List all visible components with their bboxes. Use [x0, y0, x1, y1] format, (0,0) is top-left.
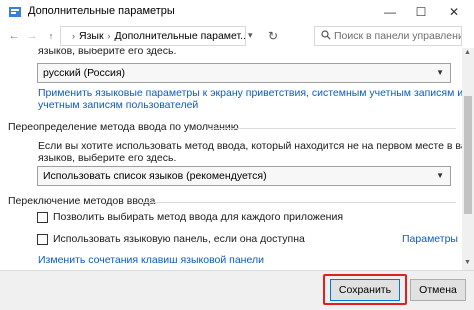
save-button[interactable]: Сохранить: [330, 279, 400, 301]
arrow-up-icon: ↑: [48, 31, 54, 41]
search-input[interactable]: Поиск в панели управления: [314, 26, 462, 46]
change-hotkeys-link[interactable]: Изменить сочетания клавиш языковой панел…: [38, 254, 264, 266]
chevron-down-icon: ▼: [436, 171, 444, 180]
back-button[interactable]: ←: [6, 28, 22, 44]
breadcrumb-separator-icon: ›: [72, 31, 75, 41]
window-title: Дополнительные параметры: [28, 5, 175, 17]
breadcrumb-separator-icon: ›: [107, 31, 111, 41]
breadcrumb-item-language[interactable]: Язык: [79, 30, 104, 42]
parameters-link[interactable]: Параметры: [402, 233, 458, 245]
switch-section-title: Переключение методов ввода: [8, 195, 156, 207]
cancel-button[interactable]: Отмена: [410, 279, 466, 301]
scrollbar-thumb[interactable]: [464, 96, 472, 214]
settings-content: языков, выберите его здесь. русский (Рос…: [0, 48, 462, 270]
address-breadcrumb[interactable]: › Язык › Дополнительные парамет...: [60, 26, 246, 46]
section-divider: [142, 202, 456, 203]
override-desc-line1: Если вы хотите использовать метод ввода,…: [38, 140, 462, 152]
per-app-checkbox-label[interactable]: Позволить выбирать метод ввода для каждо…: [53, 211, 343, 223]
breadcrumb-item-advanced[interactable]: Дополнительные парамет...: [115, 30, 245, 42]
language-select-value: русский (Россия): [43, 67, 126, 79]
control-panel-icon: [9, 7, 21, 17]
input-method-select-value: Использовать список языков (рекомендуетс…: [43, 170, 267, 182]
apply-settings-link-line2[interactable]: учетным записям пользователей: [38, 99, 198, 111]
chevron-down-icon: ▼: [436, 68, 444, 77]
refresh-icon: ↻: [267, 29, 279, 43]
forward-button[interactable]: →: [24, 28, 40, 44]
language-bar-checkbox[interactable]: [37, 234, 48, 245]
title-bar: Дополнительные параметры — ☐ ✕: [0, 0, 474, 24]
arrow-left-icon: ←: [8, 30, 20, 42]
arrow-right-icon: →: [26, 30, 38, 42]
vertical-scrollbar[interactable]: ▲ ▼: [462, 48, 474, 270]
minimize-icon: —: [384, 5, 396, 19]
per-app-checkbox[interactable]: [37, 212, 48, 223]
language-bar-checkbox-label[interactable]: Использовать языковую панель, если она д…: [53, 233, 305, 245]
input-method-select[interactable]: Использовать список языков (рекомендуетс…: [37, 166, 451, 186]
section-divider: [208, 128, 456, 129]
search-placeholder: Поиск в панели управления: [334, 30, 462, 42]
search-icon: [321, 30, 331, 40]
language-select[interactable]: русский (Россия) ▼: [37, 63, 451, 83]
language-desc-text: языков, выберите его здесь.: [38, 48, 177, 57]
maximize-icon: ☐: [415, 5, 427, 19]
scroll-down-icon[interactable]: ▼: [464, 259, 471, 266]
apply-settings-link[interactable]: Применить языковые параметры к экрану пр…: [38, 87, 462, 99]
address-bar-row: ← → ↑ › Язык › Дополнительные парамет...…: [0, 24, 474, 48]
close-icon: ✕: [448, 5, 460, 19]
dialog-footer: Сохранить Отмена: [0, 270, 474, 310]
address-dropdown-icon[interactable]: ▾: [248, 30, 253, 41]
scroll-up-icon[interactable]: ▲: [464, 49, 471, 56]
override-section-title: Переопределение метода ввода по умолчани…: [8, 121, 239, 133]
close-button[interactable]: ✕: [434, 0, 474, 24]
override-desc-line2: языков, выберите его здесь.: [38, 152, 177, 164]
up-button[interactable]: ↑: [43, 28, 59, 44]
refresh-button[interactable]: ↻: [264, 28, 282, 44]
